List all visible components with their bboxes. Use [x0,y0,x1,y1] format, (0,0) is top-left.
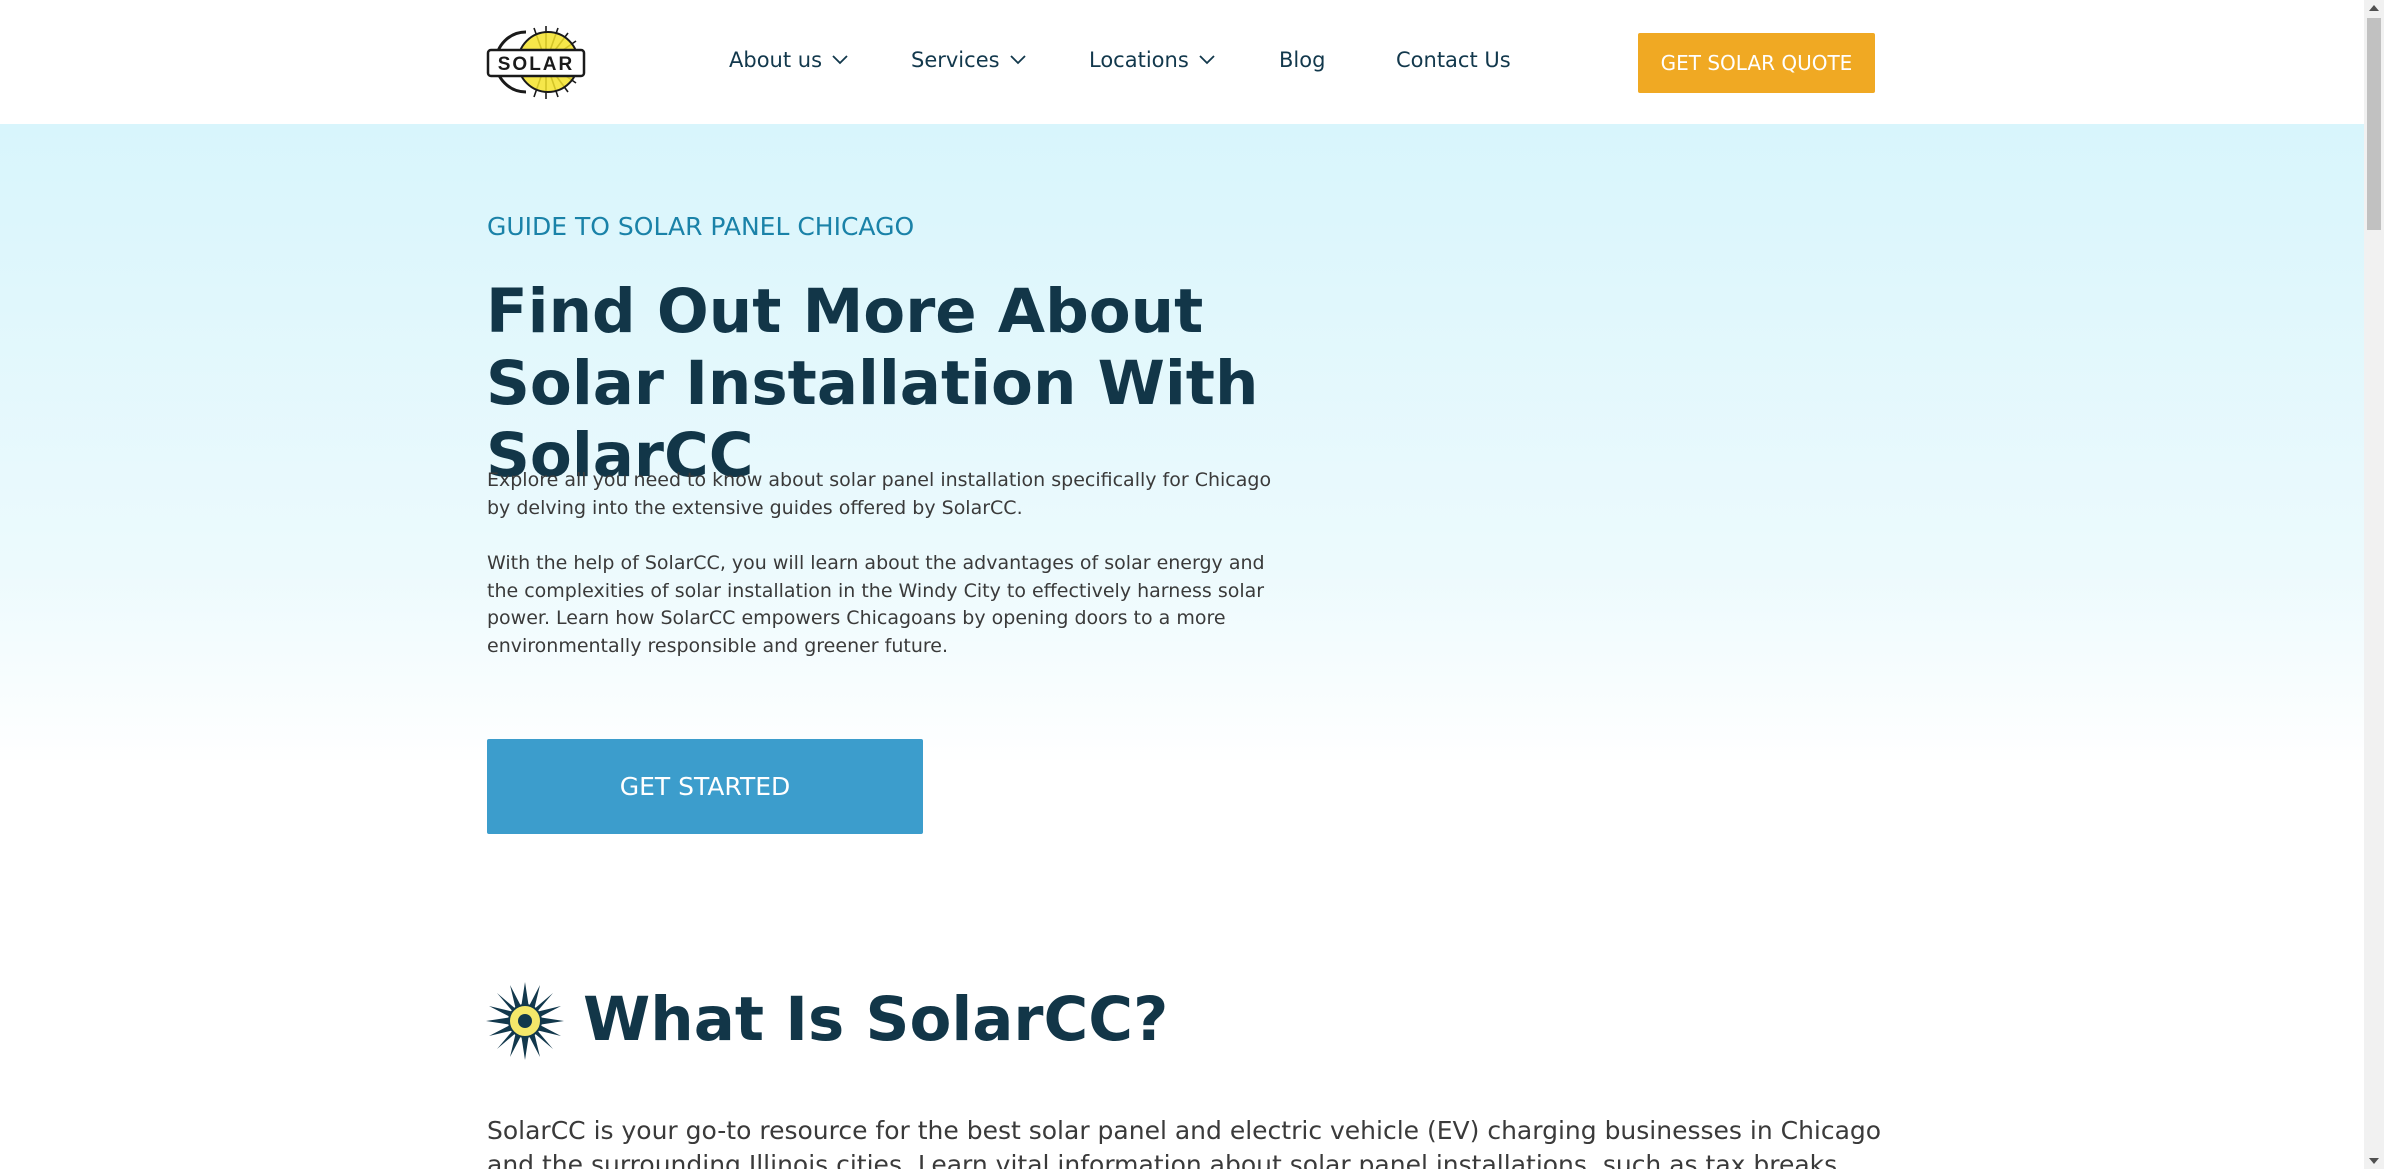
nav-about-us[interactable]: About us [729,48,848,72]
scrollbar-thumb[interactable] [2367,18,2381,230]
scroll-up-arrow-icon[interactable] [2364,0,2384,16]
nav-contact-us[interactable]: Contact Us [1396,48,1511,72]
nav-locations[interactable]: Locations [1089,48,1215,72]
page-scrollbar[interactable] [2364,0,2384,1169]
nav-label: Services [911,48,1000,72]
hero-eyebrow: GUIDE TO SOLAR PANEL CHICAGO [487,212,915,241]
hero-paragraph-2: With the help of SolarCC, you will learn… [487,552,1265,657]
hero-paragraph-1: Explore all you need to know about solar… [487,469,1272,519]
chevron-down-icon [1009,55,1026,65]
chevron-down-icon [1199,55,1215,65]
sun-icon [486,982,564,1060]
site-header: SOLAR About us Services Locations Blog C… [0,0,2364,124]
nav-services[interactable]: Services [911,48,1026,72]
section-paragraph: SolarCC is your go-to resource for the b… [487,1116,1882,1169]
get-started-button[interactable]: GET STARTED [487,739,923,834]
hero-title: Find Out More About Solar Installation W… [486,276,1259,491]
nav-blog[interactable]: Blog [1279,48,1325,72]
nav-label: Blog [1279,48,1326,72]
hero-section [0,124,2364,924]
section-title: What Is SolarCC? [583,984,1169,1055]
logo-text: SOLAR [498,54,575,75]
chevron-down-icon [832,55,848,65]
solar-logo[interactable]: SOLAR [486,22,590,102]
get-solar-quote-button[interactable]: GET SOLAR QUOTE [1638,33,1875,93]
nav-label: Contact Us [1396,48,1511,72]
scroll-down-arrow-icon[interactable] [2364,1153,2384,1169]
nav-label: About us [729,48,823,72]
nav-label: Locations [1089,48,1189,72]
